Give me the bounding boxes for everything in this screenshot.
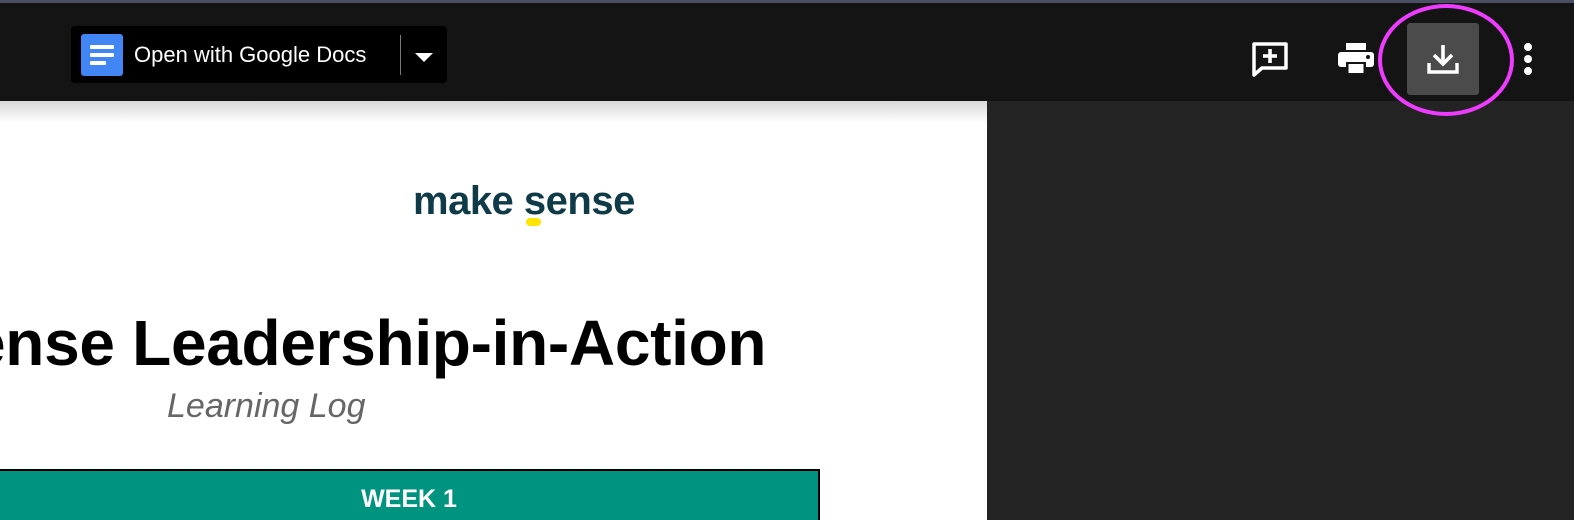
google-docs-icon bbox=[81, 34, 123, 76]
download-button[interactable] bbox=[1407, 23, 1479, 95]
print-icon bbox=[1338, 43, 1374, 75]
add-comment-button[interactable] bbox=[1234, 23, 1306, 95]
more-options-button[interactable] bbox=[1508, 23, 1548, 95]
document-subtitle: Learning Log bbox=[167, 387, 366, 425]
download-icon bbox=[1427, 45, 1459, 74]
open-with-google-docs-button[interactable]: Open with Google Docs bbox=[71, 26, 447, 83]
week-header-cell: WEEK 1 bbox=[0, 469, 820, 520]
add-comment-icon bbox=[1252, 42, 1288, 77]
viewer-toolbar: Open with Google Docs bbox=[0, 3, 1574, 101]
open-with-dropdown[interactable] bbox=[411, 26, 447, 83]
open-with-label: Open with Google Docs bbox=[134, 42, 367, 67]
make-sense-logo: make sense bbox=[413, 179, 635, 223]
page-top-shadow bbox=[0, 101, 987, 123]
print-button[interactable] bbox=[1320, 23, 1392, 95]
more-vert-icon bbox=[1524, 43, 1532, 75]
button-divider bbox=[400, 35, 401, 75]
document-title: ense Leadership-in-Action bbox=[0, 307, 767, 379]
document-page: make sense ense Leadership-in-Action Lea… bbox=[0, 101, 987, 520]
logo-accent-mark bbox=[526, 218, 541, 226]
caret-down-icon bbox=[415, 53, 433, 62]
